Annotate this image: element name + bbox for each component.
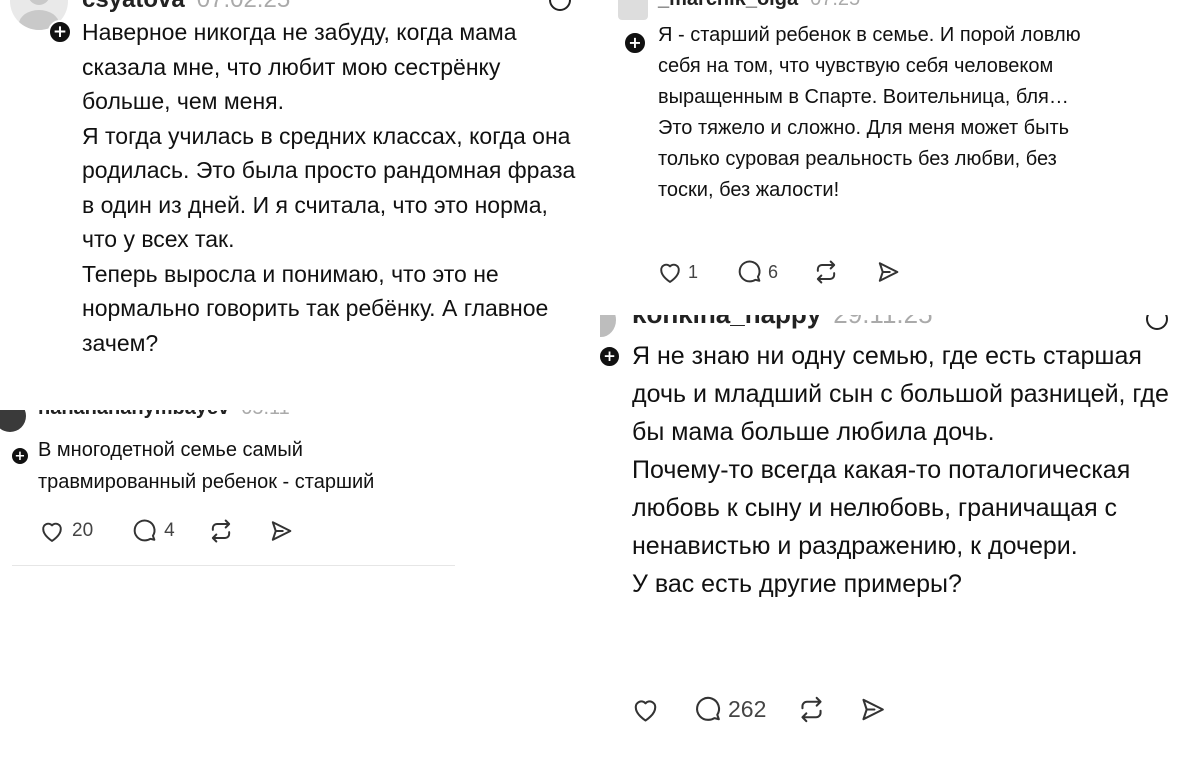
post-date: 29.11.25 <box>833 315 932 329</box>
heart-icon <box>660 263 680 283</box>
post-body: Я - старший ребенок в семье. И порой лов… <box>658 20 1093 206</box>
heart-icon <box>634 700 657 722</box>
follow-plus-icon[interactable]: + <box>600 345 621 368</box>
more-icon[interactable] <box>1145 315 1169 331</box>
avatar[interactable] <box>0 410 26 432</box>
avatar[interactable] <box>618 0 648 20</box>
post-paragraph: В многодетной семье самый травмированный… <box>38 439 375 493</box>
post-paragraph: Почему-то всегда какая-то поталогическая… <box>632 456 1131 560</box>
like-button[interactable]: 1 <box>656 258 698 286</box>
post-paragraph: Наверное никогда не забуду, когда мама с… <box>82 19 517 114</box>
post-body: Я не знаю ни одну семью, где есть старша… <box>632 337 1187 603</box>
share-button[interactable] <box>857 694 888 725</box>
share-send-icon <box>878 262 899 282</box>
follow-plus-icon[interactable]: + <box>48 20 72 44</box>
like-count: 1 <box>688 261 699 282</box>
post-paragraph: У вас есть другие примеры? <box>632 570 962 598</box>
divider <box>12 565 455 566</box>
repost-icon <box>816 260 836 284</box>
like-button[interactable] <box>630 694 661 725</box>
comment-button[interactable]: 4 <box>131 517 175 545</box>
repost-icon <box>801 696 822 723</box>
share-button[interactable] <box>874 258 902 286</box>
repost-button[interactable] <box>812 258 840 286</box>
comment-button[interactable]: 262 <box>693 694 766 725</box>
post-paragraph: Я не знаю ни одну семью, где есть старша… <box>632 342 1169 446</box>
follow-plus-icon[interactable]: + <box>10 446 30 466</box>
comment-bubble-icon <box>696 696 721 721</box>
username[interactable]: _marchik_olga07.25 <box>658 0 860 11</box>
share-button[interactable] <box>267 517 295 545</box>
post-date: 07.25 <box>810 0 860 10</box>
post-panel-4: + konkina_happy29.11.25 Я не знаю ни одн… <box>600 315 1195 763</box>
more-icon[interactable] <box>548 0 572 12</box>
post-body: В многодетной семье самый травмированный… <box>38 434 448 498</box>
comment-button[interactable]: 6 <box>736 258 778 286</box>
like-count: 20 <box>72 520 94 541</box>
username[interactable]: nananananymbayev05.11 <box>38 410 290 420</box>
comment-count: 4 <box>164 520 175 541</box>
heart-icon <box>42 522 62 542</box>
post-actions: 1 6 <box>656 258 902 286</box>
post-panel-2: + nananananymbayev05.11 В многодетной се… <box>0 410 470 610</box>
repost-button[interactable] <box>796 694 827 725</box>
like-button[interactable]: 20 <box>38 517 93 545</box>
avatar[interactable] <box>600 315 616 337</box>
comment-count: 6 <box>768 261 779 282</box>
post-panel-1: + csyatova07.02.25 Наверное никогда не з… <box>0 0 590 400</box>
post-body: Наверное никогда не забуду, когда мама с… <box>82 15 582 360</box>
comment-bubble-icon <box>133 519 156 542</box>
post-paragraph: Теперь выросла и понимаю, что это не нор… <box>82 260 549 356</box>
follow-plus-icon[interactable]: + <box>623 31 647 55</box>
post-paragraph: Я - старший ребенок в семье. И порой лов… <box>658 24 1081 201</box>
post-paragraph: Я тогда училась в средних классах, когда… <box>82 122 576 253</box>
repost-button[interactable] <box>207 517 235 545</box>
post-actions: 262 <box>630 694 888 725</box>
post-panel-3: + _marchik_olga07.25 Я - старший ребенок… <box>600 0 1195 300</box>
post-date: 05.11 <box>241 410 290 419</box>
post-date: 07.02.25 <box>197 0 290 13</box>
comment-count: 262 <box>728 696 767 722</box>
post-actions: 20 4 <box>38 517 295 545</box>
share-send-icon <box>862 698 885 721</box>
username[interactable]: csyatova07.02.25 <box>82 0 290 14</box>
username[interactable]: konkina_happy29.11.25 <box>632 315 933 330</box>
repost-icon <box>211 519 230 543</box>
share-send-icon <box>271 521 292 541</box>
comment-bubble-icon <box>738 260 761 283</box>
